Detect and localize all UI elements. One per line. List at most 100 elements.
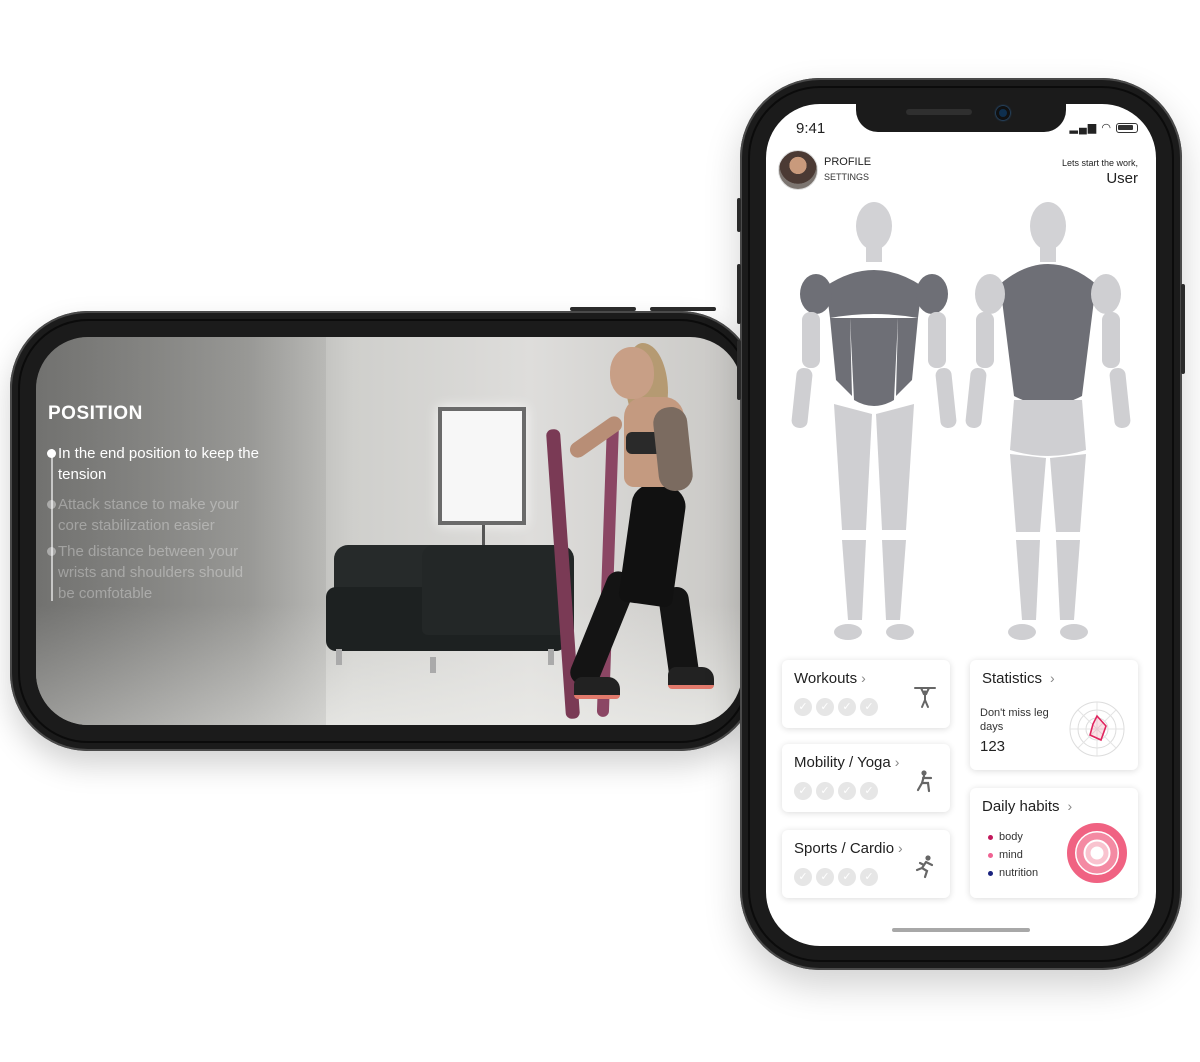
shoulder-right-front[interactable] [916,274,948,314]
check-icon: ✓ [816,698,834,716]
foot-back-left [1008,624,1036,640]
home-indicator[interactable] [892,928,1030,932]
donut-chart-icon [1067,823,1127,883]
habits-legend: body mind nutrition [988,828,1038,882]
triceps-right[interactable] [1102,312,1120,368]
sports-card[interactable]: Sports / Cardio › ✓ ✓ ✓ ✓ [782,830,950,898]
chevron-right-icon: › [894,754,900,770]
legend-item-mind: mind [988,846,1038,864]
calf-left-back[interactable] [1016,540,1040,620]
abs-muscle[interactable] [850,318,898,406]
check-icon: ✓ [838,782,856,800]
mobility-card[interactable]: Mobility / Yoga › ✓ ✓ ✓ ✓ [782,744,950,812]
mobility-title: Mobility / Yoga › [794,754,900,771]
dot-icon [988,870,993,876]
chevron-right-icon: › [1067,798,1073,814]
squat-icon [912,768,938,794]
steps-timeline [51,449,53,601]
calf-right-front[interactable] [882,540,906,620]
oblique-left[interactable] [830,318,852,396]
workouts-title: Workouts › [794,670,866,687]
forearm-back-left[interactable] [965,367,987,428]
calf-right-back[interactable] [1056,540,1080,620]
body-back[interactable] [965,202,1131,640]
neck-front [866,246,882,262]
step-text[interactable]: The distance between your wrists and sho… [58,541,258,604]
volume-down-button [737,340,741,400]
foot-back-right [1060,624,1088,640]
chest-muscle[interactable] [826,270,922,318]
hamstring-left[interactable] [1010,454,1046,532]
progress-checks: ✓ ✓ ✓ ✓ [794,868,878,886]
dot-icon [988,852,993,858]
status-icons: ▂▄▆ ◠ [1070,121,1138,134]
foot-left [834,624,862,640]
power-button [1181,284,1185,374]
statistics-card[interactable]: Statistics › Don't miss leg days 123 [970,660,1138,770]
portrait-phone: 9:41 ▂▄▆ ◠ PROFILE SETTINGS Lets start t… [737,78,1185,970]
workouts-card[interactable]: Workouts › ✓ ✓ ✓ ✓ [782,660,950,728]
check-icon: ✓ [860,698,878,716]
triceps-left[interactable] [976,312,994,368]
signal-icon: ▂▄▆ [1069,122,1098,134]
pullup-icon [912,684,938,710]
check-icon: ✓ [860,782,878,800]
home-screen: 9:41 ▂▄▆ ◠ PROFILE SETTINGS Lets start t… [766,104,1156,946]
check-icon: ✓ [838,868,856,886]
profile-link[interactable]: PROFILE [824,156,871,168]
sofa-arm [422,545,574,635]
foot-right [886,624,914,640]
step-text[interactable]: Attack stance to make your core stabiliz… [58,494,258,536]
check-icon: ✓ [816,782,834,800]
statistics-title: Statistics › [982,670,1055,687]
dot-icon [988,834,993,840]
chevron-right-icon: › [1050,670,1055,686]
hamstring-right[interactable] [1050,454,1086,532]
softbox-light [438,407,526,525]
battery-icon [1116,123,1138,134]
avatar[interactable] [778,150,818,190]
athlete-shoe [668,667,714,689]
notch [856,104,1066,132]
radar-chart-icon [1069,701,1125,757]
daily-habits-card[interactable]: Daily habits › body mind nutrition [970,788,1138,898]
check-icon: ✓ [816,868,834,886]
back-muscle[interactable] [1000,264,1096,405]
shoulder-left-front[interactable] [800,274,832,314]
step-dot [47,547,56,556]
progress-checks: ✓ ✓ ✓ ✓ [794,698,878,716]
sofa-leg [548,649,554,665]
glutes[interactable] [1010,400,1086,456]
body-front[interactable] [791,202,957,640]
forearm-back-right[interactable] [1109,367,1131,428]
biceps-right[interactable] [928,312,946,368]
check-icon: ✓ [794,782,812,800]
legend-item-body: body [988,828,1038,846]
quad-right[interactable] [876,404,914,530]
position-heading: POSITION [48,403,143,424]
progress-checks: ✓ ✓ ✓ ✓ [794,782,878,800]
head-back [1030,202,1066,250]
volume-button [650,307,716,311]
shoulder-right-back[interactable] [1091,274,1121,314]
forearm-right[interactable] [935,367,957,428]
step-text[interactable]: In the end position to keep the tension [58,443,288,485]
check-icon: ✓ [838,698,856,716]
calf-left-front[interactable] [842,540,866,620]
chevron-right-icon: › [861,670,866,686]
settings-link[interactable]: SETTINGS [824,172,869,182]
volume-button [570,307,636,311]
forearm-left[interactable] [791,367,813,428]
wifi-icon: ◠ [1101,122,1112,134]
landscape-phone: POSITION In the end position to keep the… [10,307,758,751]
muscle-map[interactable] [786,200,1136,648]
shoulder-left-back[interactable] [975,274,1005,314]
chevron-right-icon: › [898,840,903,856]
user-name: User [1106,170,1138,187]
check-icon: ✓ [794,868,812,886]
biceps-left[interactable] [802,312,820,368]
oblique-right[interactable] [896,318,918,396]
quad-left[interactable] [834,404,872,530]
speaker-grille [906,109,972,115]
exercise-video[interactable]: POSITION In the end position to keep the… [36,337,742,725]
